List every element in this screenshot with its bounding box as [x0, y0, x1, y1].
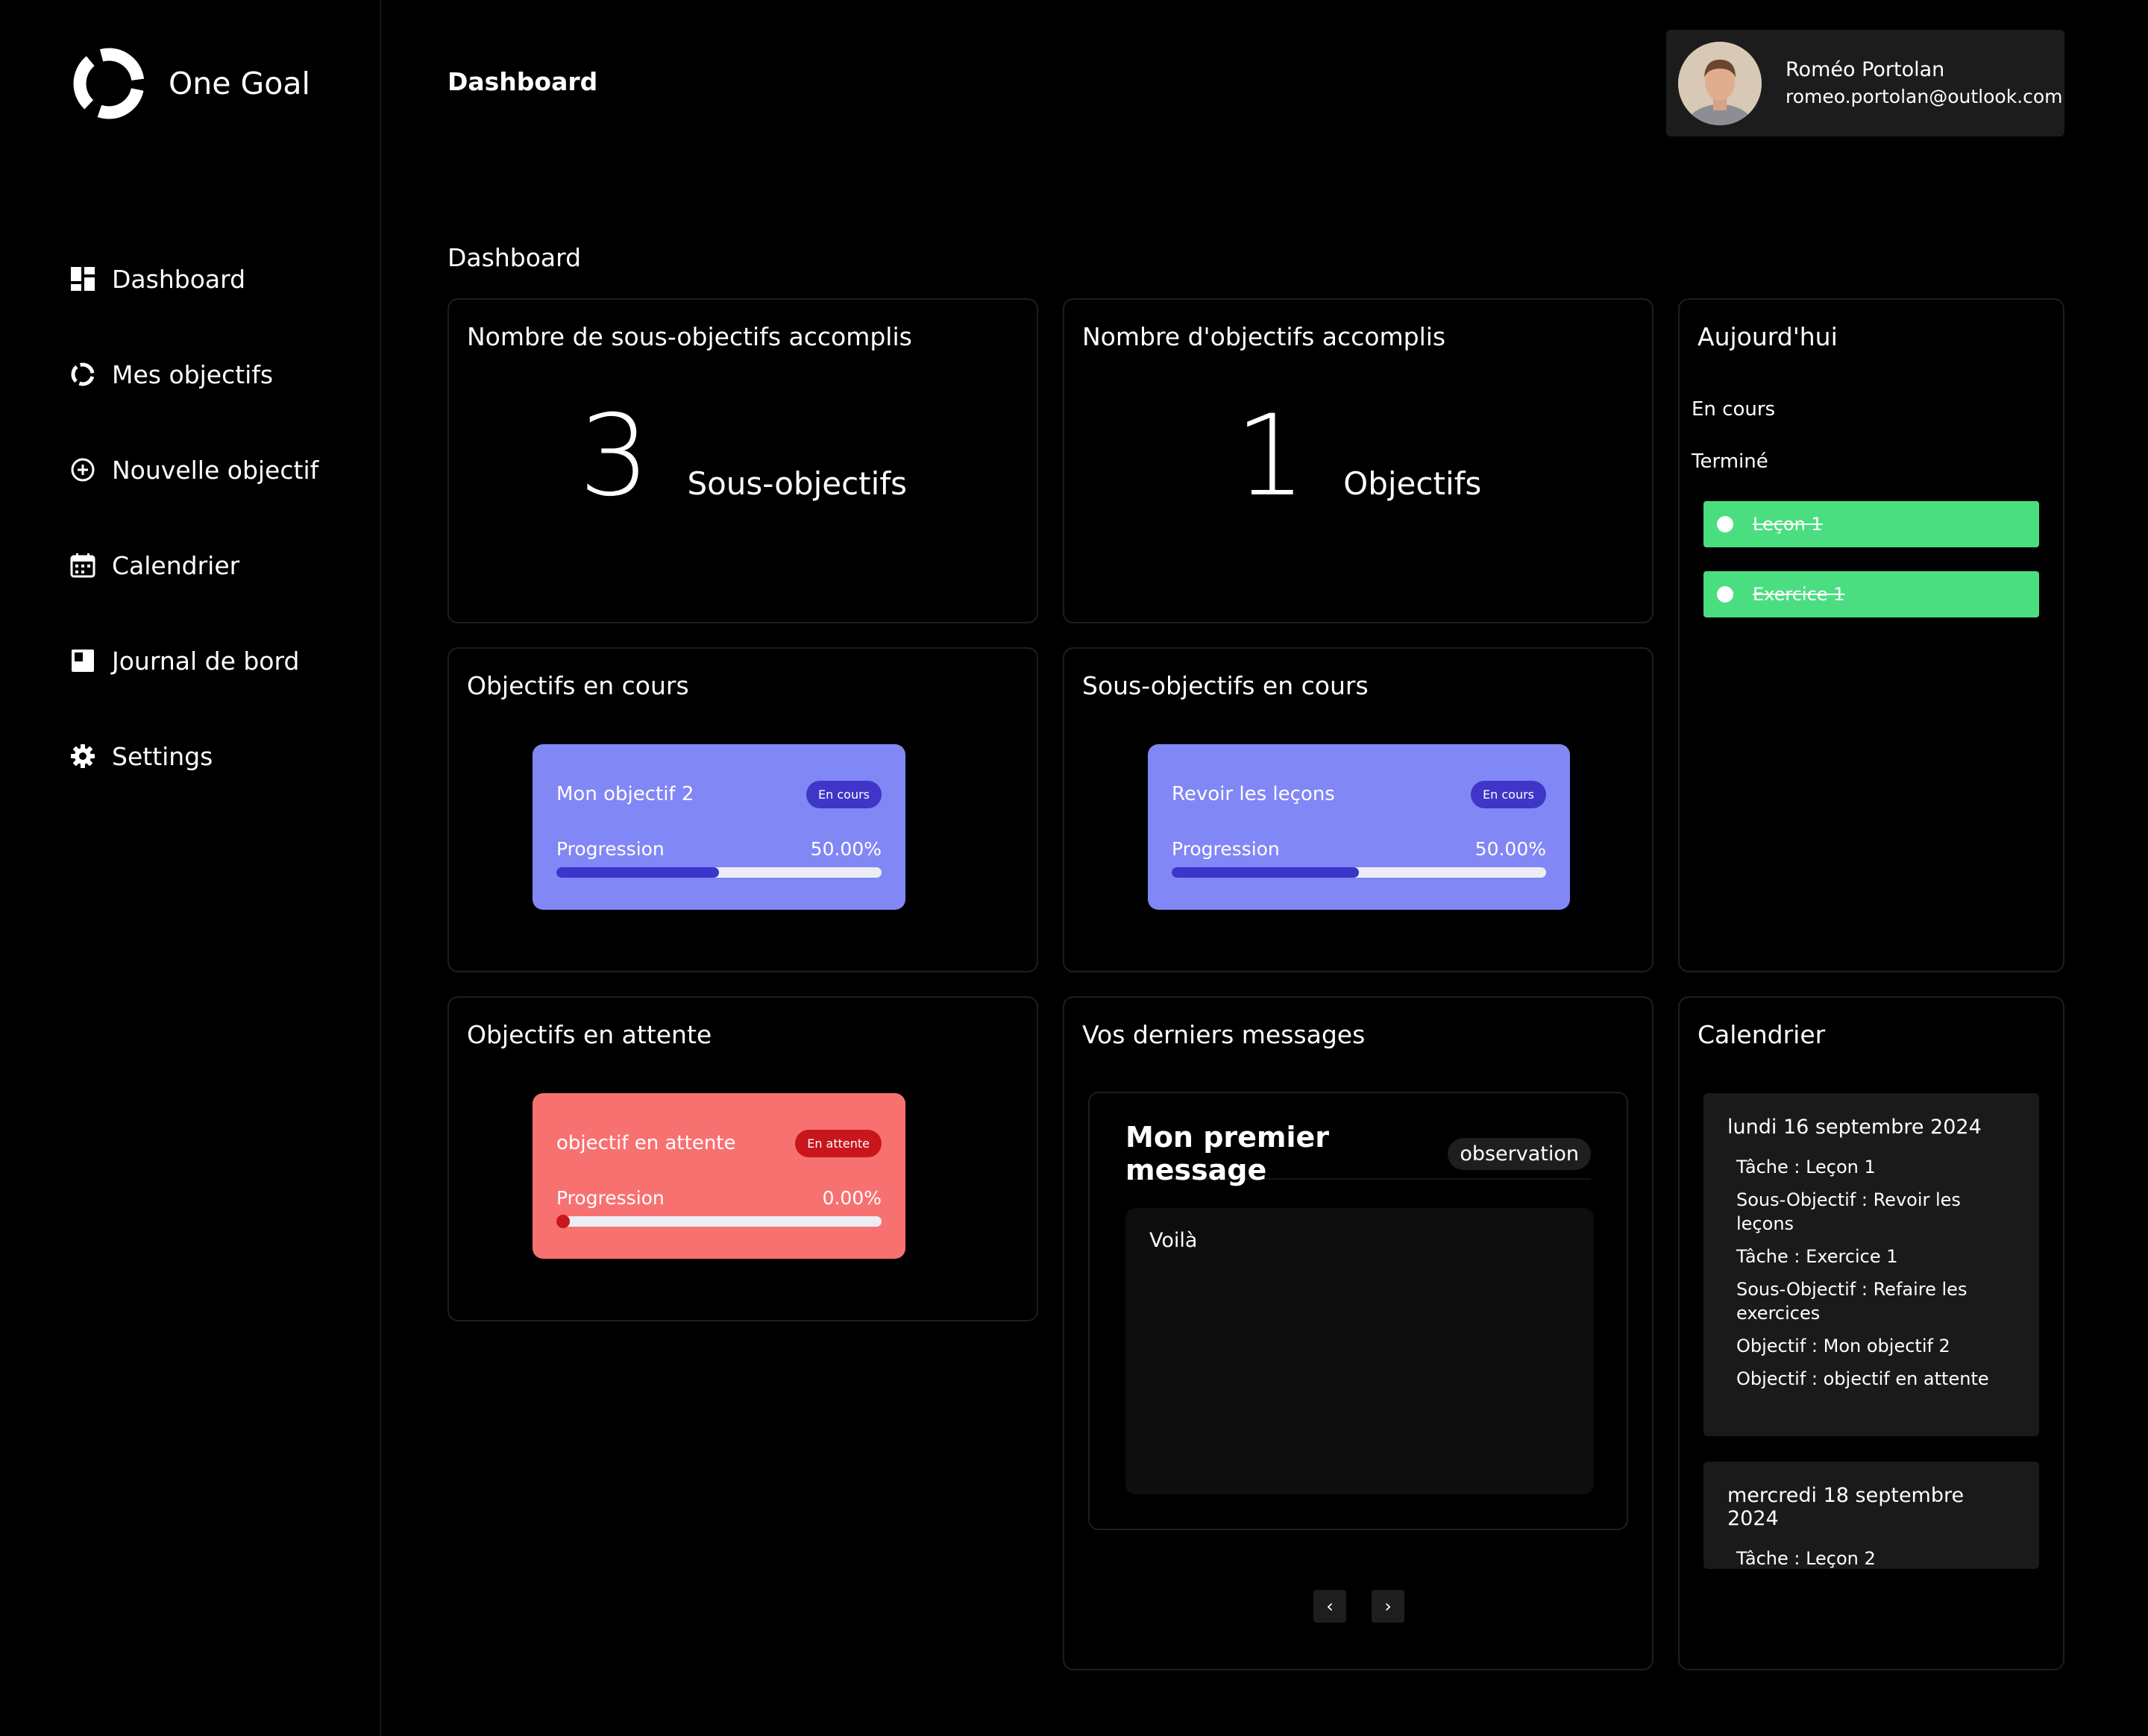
goals-done-card: Nombre d'objectifs accomplis 1 Objectifs [1063, 298, 1654, 623]
card-title: Nombre de sous-objectifs accomplis [467, 322, 912, 351]
message-item[interactable]: Mon premier message observation Voilà [1088, 1092, 1628, 1530]
sidebar-item-calendrier[interactable]: Calendrier [70, 518, 318, 613]
status-badge: En cours [1471, 780, 1546, 808]
done-task-label: Exercice 1 [1753, 584, 1845, 605]
dashboard-icon [71, 267, 95, 291]
task-status-dot [1717, 516, 1733, 532]
progress-value: 0.00% [822, 1187, 882, 1209]
progress-label: Progression [556, 1187, 665, 1209]
sidebar-item-label: Dashboard [112, 264, 246, 294]
card-title: Objectifs en attente [467, 1020, 712, 1049]
card-title: Vos derniers messages [1082, 1020, 1366, 1049]
goals-in-progress-card: Objectifs en cours Mon objectif 2 En cou… [448, 647, 1038, 972]
subgoals-done-count: 3 [579, 391, 650, 521]
avatar [1678, 41, 1762, 125]
progress-value: 50.00% [1475, 838, 1546, 860]
chevron-left-icon: ‹ [1326, 1596, 1334, 1617]
journal-icon [72, 650, 94, 672]
subgoals-done-card: Nombre de sous-objectifs accomplis 3 Sou… [448, 298, 1038, 623]
calendar-day[interactable]: lundi 16 septembre 2024 Tâche : Leçon 1 … [1703, 1093, 2039, 1436]
card-title: Aujourd'hui [1698, 322, 1838, 351]
calendar-event: Objectif : Mon objectif 2 [1736, 1336, 1950, 1356]
subgoals-in-progress-card: Sous-objectifs en cours Revoir les leçon… [1063, 647, 1654, 972]
calendar-icon [70, 553, 95, 578]
done-task-item[interactable]: Leçon 1 [1703, 501, 2039, 547]
goal-name: objectif en attente [556, 1132, 736, 1154]
done-task-item[interactable]: Exercice 1 [1703, 571, 2039, 617]
sidebar-item-label: Calendrier [112, 550, 240, 580]
calendar-event: Tâche : Leçon 2 [1736, 1548, 1876, 1569]
sidebar-item-dashboard[interactable]: Dashboard [70, 231, 318, 327]
sidebar-item-label: Journal de bord [112, 646, 300, 676]
calendar-card: Calendrier lundi 16 septembre 2024 Tâche… [1678, 996, 2064, 1670]
calendar-event: Sous-Objectif : Refaire les exercices [1736, 1279, 1968, 1324]
today-in-progress-label: En cours [1692, 398, 1776, 421]
calendar-event: Sous-Objectif : Revoir les leçons [1736, 1189, 1961, 1234]
progress-bar [1172, 867, 1546, 878]
user-email: romeo.portolan@outlook.com [1786, 85, 2063, 107]
progress-label: Progression [1172, 838, 1280, 860]
user-name: Roméo Portolan [1786, 57, 1945, 81]
sidebar-item-journal[interactable]: Journal de bord [70, 613, 318, 708]
sidebar-item-label: Nouvelle objectif [112, 455, 319, 485]
goals-icon [71, 362, 95, 386]
sidebar-item-nouvelle-objectif[interactable]: Nouvelle objectif [70, 422, 318, 518]
card-title: Nombre d'objectifs accomplis [1082, 322, 1446, 351]
logo-icon [73, 48, 145, 119]
calendar-day-date: mercredi 18 septembre 2024 [1727, 1484, 1965, 1530]
status-badge: En attente [795, 1129, 882, 1157]
app-name: One Goal [169, 66, 310, 101]
message-tag: observation [1448, 1137, 1591, 1170]
gear-icon [71, 744, 95, 768]
pending-goal-card[interactable]: objectif en attente En attente Progressi… [533, 1093, 905, 1259]
progress-bar [556, 867, 882, 878]
calendar-event: Objectif : objectif en attente [1736, 1368, 1989, 1389]
calendar-day[interactable]: mercredi 18 septembre 2024 Tâche : Leçon… [1703, 1462, 2039, 1569]
sidebar-item-label: Settings [112, 741, 213, 771]
calendar-event: Tâche : Exercice 1 [1736, 1246, 1898, 1267]
messages-card: Vos derniers messages Mon premier messag… [1063, 996, 1654, 1670]
calendar-day-date: lundi 16 septembre 2024 [1727, 1116, 1982, 1139]
status-badge: En cours [806, 780, 882, 808]
goals-pending-card: Objectifs en attente objectif en attente… [448, 996, 1038, 1321]
page-title: Dashboard [448, 67, 598, 96]
subgoal-progress-card[interactable]: Revoir les leçons En cours Progression 5… [1148, 744, 1570, 910]
message-title: Mon premier message [1125, 1121, 1330, 1186]
subgoal-name: Revoir les leçons [1172, 783, 1335, 805]
goals-done-unit: Objectifs [1343, 465, 1482, 502]
progress-bar [556, 1215, 882, 1228]
task-status-dot [1717, 586, 1733, 603]
today-done-label: Terminé [1692, 450, 1768, 473]
progress-start-dot [556, 1215, 570, 1228]
sidebar-item-settings[interactable]: Settings [70, 708, 318, 804]
message-body: Voilà [1125, 1208, 1594, 1494]
today-card: Aujourd'hui En cours Terminé Leçon 1 Exe… [1678, 298, 2064, 972]
plus-circle-icon [71, 458, 95, 482]
goal-name: Mon objectif 2 [556, 783, 694, 805]
progress-bar-fill [556, 867, 719, 878]
user-profile[interactable]: Roméo Portolan romeo.portolan@outlook.co… [1666, 30, 2064, 136]
app-logo[interactable]: One Goal [72, 46, 310, 121]
next-message-button[interactable]: › [1372, 1590, 1404, 1623]
progress-bar-fill [1172, 867, 1359, 878]
sidebar-nav: Dashboard Mes objectifs Nouvelle objecti… [70, 231, 318, 804]
sidebar-item-label: Mes objectifs [112, 359, 274, 389]
card-title: Objectifs en cours [467, 671, 689, 700]
card-title: Sous-objectifs en cours [1082, 671, 1369, 700]
card-title: Calendrier [1698, 1020, 1826, 1049]
done-task-label: Leçon 1 [1753, 514, 1823, 535]
sidebar: One Goal Dashboard Mes objectifs Nouvell… [0, 0, 381, 1736]
goal-progress-card[interactable]: Mon objectif 2 En cours Progression 50.0… [533, 744, 905, 910]
chevron-right-icon: › [1384, 1596, 1392, 1617]
progress-value: 50.00% [810, 838, 882, 860]
sidebar-item-mes-objectifs[interactable]: Mes objectifs [70, 327, 318, 422]
subgoals-done-unit: Sous-objectifs [687, 465, 907, 502]
calendar-event: Tâche : Leçon 1 [1736, 1157, 1876, 1177]
progress-label: Progression [556, 838, 665, 860]
section-title: Dashboard [448, 243, 582, 272]
prev-message-button[interactable]: ‹ [1313, 1590, 1346, 1623]
goals-done-count: 1 [1234, 391, 1307, 521]
